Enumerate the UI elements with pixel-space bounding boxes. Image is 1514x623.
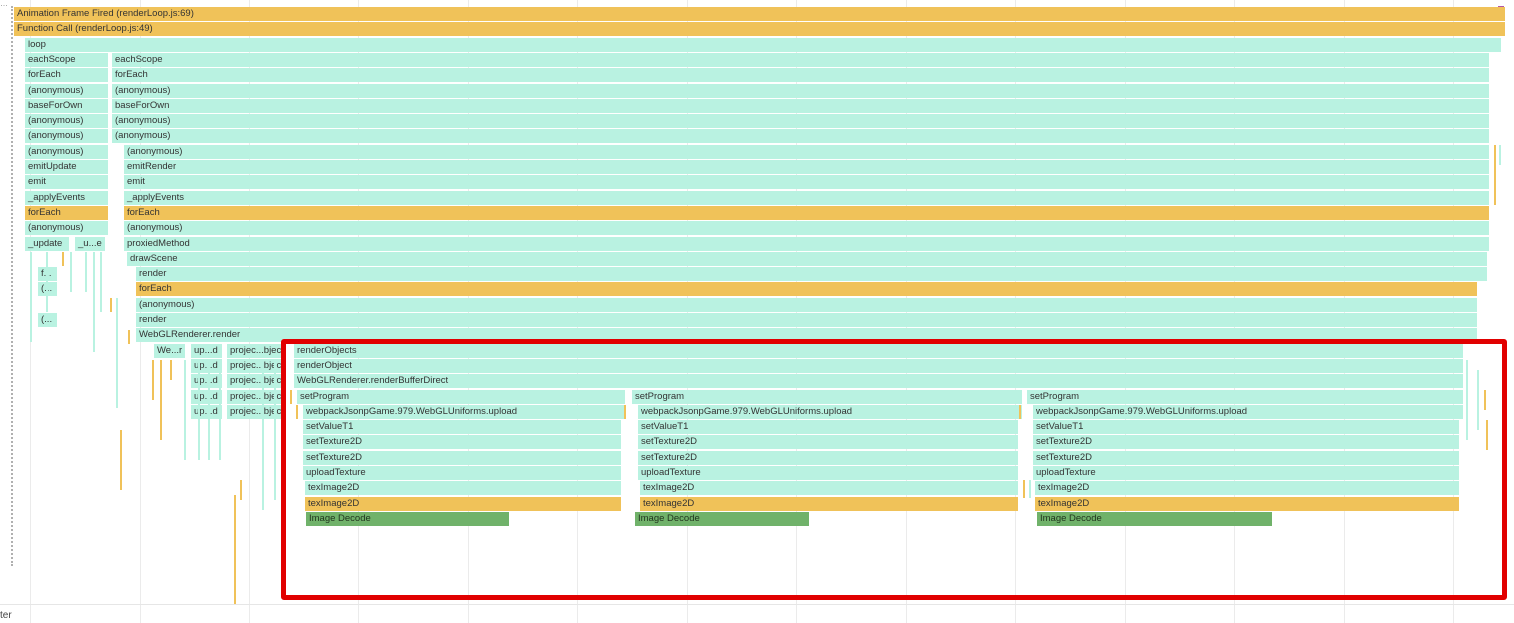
flame-frame[interactable]: eachScope [112, 52, 1490, 67]
flame-frame[interactable]: _applyEvents [124, 190, 1490, 205]
flame-frame[interactable]: drawScene [127, 251, 1488, 266]
flame-frame[interactable]: emit [25, 175, 109, 190]
flame-sliver[interactable] [160, 360, 162, 440]
flame-frame[interactable]: (anonymous) [136, 297, 1478, 312]
flame-sliver[interactable] [240, 480, 242, 500]
flame-frame[interactable]: forEach [112, 68, 1490, 83]
flame-frame[interactable]: up...d [191, 343, 223, 358]
function-call[interactable]: Function Call (renderLoop.js:49) [14, 22, 1506, 37]
flame-frame[interactable]: projec...bjects [227, 343, 282, 358]
flame-frame[interactable]: (anonymous) [25, 114, 109, 129]
flame-frame[interactable]: (anonymous) [25, 83, 109, 98]
flame-frame[interactable]: baseForOwn [112, 98, 1490, 113]
flame-frame[interactable]: forEach [136, 282, 1478, 297]
flame-frame[interactable]: _u...e [75, 236, 106, 251]
flame-frame[interactable]: (anonymous) [25, 221, 109, 236]
flame-frame[interactable]: render [136, 267, 1488, 282]
flame-sliver[interactable] [198, 360, 200, 460]
flame-frame[interactable]: _applyEvents [25, 190, 109, 205]
top-marker: … [0, 0, 8, 8]
flame-frame[interactable]: emit [124, 175, 1490, 190]
flame-chart: … Animation Frame Fired (renderLoop.js:6… [0, 0, 1514, 623]
flame-sliver[interactable] [85, 252, 87, 292]
flame-sliver[interactable] [100, 252, 102, 312]
loop[interactable]: loop [25, 37, 1502, 52]
flame-sliver[interactable] [93, 252, 95, 352]
flame-sliver[interactable] [170, 360, 172, 380]
flame-sliver[interactable] [1494, 145, 1496, 205]
flame-frame[interactable]: We...r [154, 343, 186, 358]
flame-frame[interactable]: (anonymous) [25, 129, 109, 144]
flame-frame[interactable]: f... [38, 267, 58, 282]
flame-frame[interactable]: (... [38, 313, 58, 327]
flame-sliver[interactable] [128, 330, 130, 344]
flame-sliver[interactable] [1499, 145, 1501, 165]
flame-frame[interactable]: forEach [25, 68, 109, 83]
flame-frame[interactable]: emitUpdate [25, 160, 109, 174]
flame-frame[interactable]: baseForOwn [25, 98, 109, 113]
flame-frame[interactable]: _update [25, 236, 70, 251]
flame-frame[interactable]: (anonymous) [112, 83, 1490, 98]
flame-frame[interactable]: forEach [124, 205, 1490, 220]
flame-sliver[interactable] [219, 360, 221, 460]
flame-sliver[interactable] [208, 360, 210, 460]
flame-frame[interactable]: forEach [25, 205, 109, 220]
flame-sliver[interactable] [234, 495, 236, 605]
flame-frame[interactable]: (... [38, 282, 58, 297]
flame-sliver[interactable] [46, 252, 48, 312]
flame-frame[interactable]: (anonymous) [124, 221, 1490, 236]
flame-sliver[interactable] [274, 360, 276, 500]
flame-frame[interactable]: eachScope [25, 52, 109, 67]
highlight-annotation-box [281, 339, 1507, 600]
flame-frame[interactable]: (anonymous) [25, 144, 109, 159]
flame-sliver[interactable] [110, 298, 112, 312]
animation-frame-fired[interactable]: Animation Frame Fired (renderLoop.js:69) [14, 7, 1506, 21]
flame-sliver[interactable] [262, 360, 264, 510]
flame-sliver[interactable] [30, 252, 32, 342]
flame-sliver[interactable] [70, 252, 72, 292]
frame-boundary-marker [11, 6, 13, 566]
flame-sliver[interactable] [120, 430, 122, 490]
bottom-divider [0, 604, 1514, 605]
flame-frame[interactable]: (anonymous) [112, 114, 1490, 129]
flame-sliver[interactable] [116, 298, 118, 408]
flame-frame[interactable]: proxiedMethod [124, 236, 1490, 251]
flame-sliver[interactable] [152, 360, 154, 400]
flame-sliver[interactable] [184, 360, 186, 460]
flame-frame[interactable]: render [136, 313, 1478, 327]
flame-frame[interactable]: emitRender [124, 160, 1490, 174]
flame-frame[interactable]: (anonymous) [124, 144, 1490, 159]
flame-sliver[interactable] [62, 252, 64, 266]
bottom-track-label: ter [0, 610, 12, 621]
flame-frame[interactable]: (anonymous) [112, 129, 1490, 144]
